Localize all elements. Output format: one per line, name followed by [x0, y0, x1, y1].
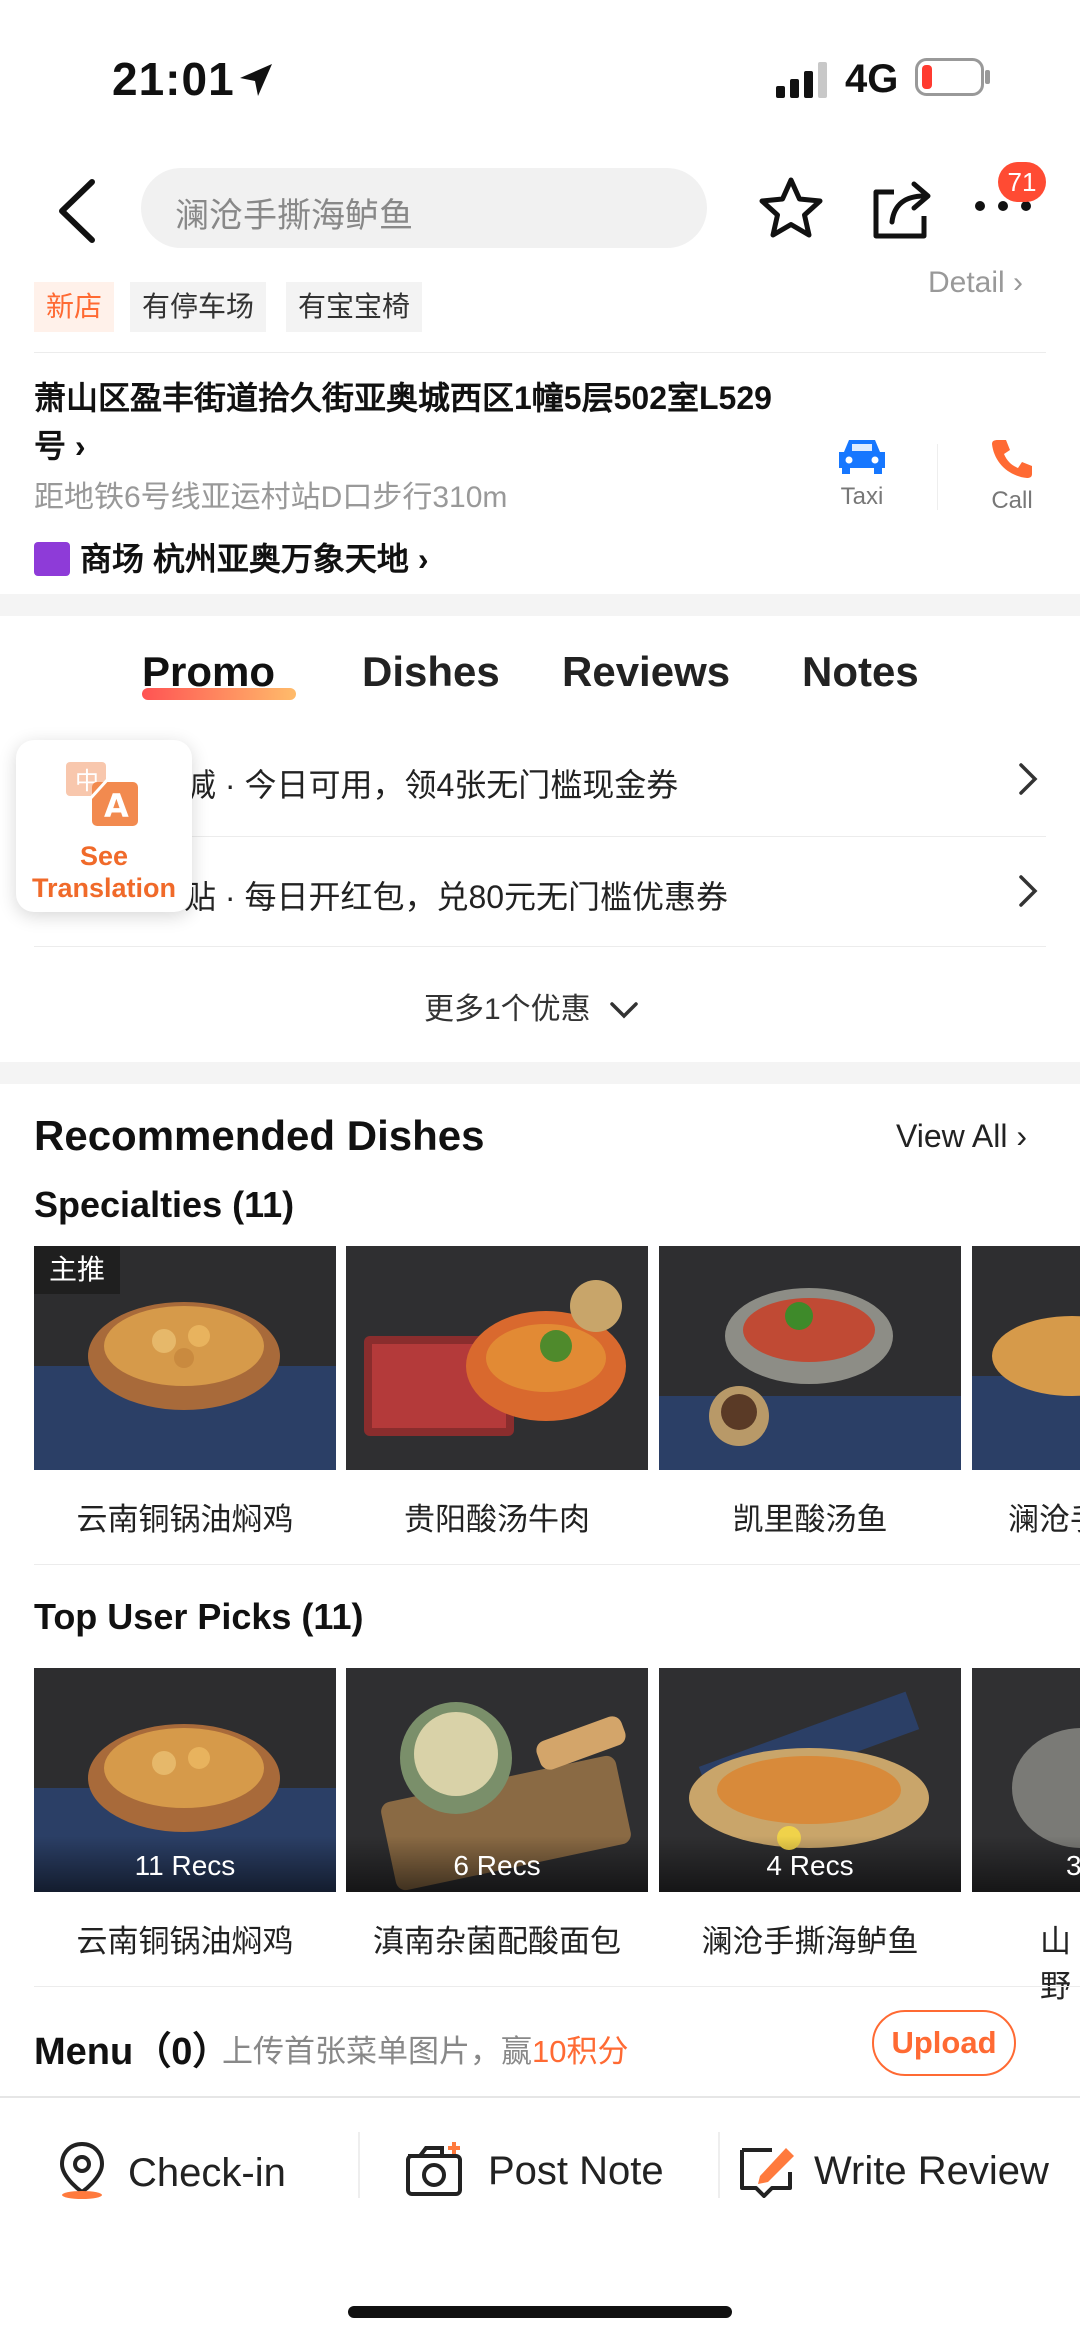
upload-button[interactable]: Upload — [872, 2010, 1016, 2076]
back-chevron-icon[interactable] — [52, 176, 100, 246]
dish-name: 贵阳酸汤牛肉 — [404, 1502, 590, 1537]
taxi-icon — [839, 440, 885, 474]
status-time: 21:01 — [112, 53, 235, 105]
favorite-star-icon[interactable] — [758, 176, 824, 242]
bottom-separator — [358, 2132, 360, 2198]
section-separator — [0, 594, 1080, 616]
tag-baby-chair: 有宝宝椅 — [286, 282, 423, 332]
action-separator — [937, 444, 938, 510]
chevron-down-icon — [610, 1002, 638, 1019]
taxi-label: Taxi — [840, 483, 884, 510]
location-arrow-icon — [240, 64, 272, 96]
notification-badge: 71 — [998, 162, 1046, 202]
search-input[interactable]: 澜沧手撕海鲈鱼 — [141, 168, 707, 248]
see-translation-button[interactable]: 中 A See Translation — [16, 740, 192, 912]
menu-upload-hint: 上传首张菜单图片，赢10积分 — [222, 2034, 629, 2069]
address-line[interactable]: 萧山区盈丰街道拾久街亚奥城西区1幢5层502室L529号 › — [34, 374, 774, 470]
dish-name: 滇南杂菌配酸面包 — [373, 1924, 621, 1959]
recs-count: 11 Recs — [134, 1850, 236, 1881]
tab-dishes[interactable]: Dishes — [362, 648, 500, 696]
phone-icon — [992, 440, 1032, 478]
chevron-right-icon — [1019, 763, 1038, 795]
dish-name: 山野 — [1040, 1924, 1071, 2004]
more-promos-toggle[interactable]: 更多1个优惠 — [424, 984, 639, 1028]
camera-plus-icon — [406, 2142, 462, 2196]
promo-text: 减 · 今日可用，领4张无门槛现金券 — [184, 767, 679, 803]
mall-icon — [34, 542, 70, 576]
dish-name: 凯里酸汤鱼 — [732, 1502, 888, 1537]
dish-name: 云南铜锅油焖鸡 — [76, 1924, 294, 1959]
chevron-right-icon — [1019, 875, 1038, 907]
section-separator — [0, 1062, 1080, 1084]
top-picks-title: Top User Picks (11) — [34, 1596, 364, 1637]
dish-name: 云南铜锅油焖鸡 — [76, 1502, 294, 1537]
divider — [34, 1564, 1080, 1565]
location-pin-icon — [59, 2141, 105, 2199]
edit-review-icon — [740, 2148, 794, 2198]
divider — [34, 1986, 1080, 1987]
recs-count: 3 — [1066, 1850, 1080, 1881]
translate-label: See Translation — [31, 841, 177, 903]
write-review-button[interactable]: Write Review — [738, 2140, 1049, 2198]
taxi-button[interactable]: Taxi — [830, 436, 894, 511]
recs-count: 4 Recs — [766, 1850, 854, 1881]
tag-parking: 有停车场 — [130, 282, 267, 332]
share-icon[interactable] — [870, 176, 934, 242]
featured-badge: 主推 — [34, 1246, 120, 1294]
call-button[interactable]: Call — [980, 436, 1044, 515]
divider — [34, 352, 1046, 353]
menu-title: Menu（0） — [34, 2031, 231, 2073]
recommended-title: Recommended Dishes — [34, 1112, 485, 1159]
dish-card-image[interactable] — [972, 1246, 1080, 1470]
tab-reviews[interactable]: Reviews — [562, 648, 730, 696]
cellular-signal-icon — [776, 62, 827, 98]
mall-link[interactable]: 商场 杭州亚奥万象天地 › — [34, 534, 428, 580]
dish-card-image[interactable] — [346, 1246, 648, 1470]
dish-name: 澜沧手 — [1008, 1502, 1080, 1537]
bottom-separator — [718, 2132, 720, 2198]
view-all-link[interactable]: View All › — [896, 1118, 1027, 1155]
home-indicator — [348, 2306, 732, 2318]
recs-count: 6 Recs — [453, 1850, 541, 1881]
call-label: Call — [991, 487, 1033, 514]
subway-distance: 距地铁6号线亚运村站D口步行310m — [34, 481, 508, 514]
dish-name: 澜沧手撕海鲈鱼 — [701, 1924, 919, 1959]
promo-text: 贴 · 每日开红包，兑80元无门槛优惠券 — [184, 879, 729, 915]
checkin-button[interactable]: Check-in — [56, 2140, 286, 2200]
dish-card-image[interactable] — [659, 1246, 961, 1470]
network-type: 4G — [845, 57, 899, 101]
battery-icon — [915, 58, 990, 96]
recs-overlay — [972, 1836, 1080, 1892]
tab-notes[interactable]: Notes — [802, 648, 919, 696]
specialties-title: Specialties (11) — [34, 1184, 295, 1225]
translate-icon: 中 A — [66, 762, 138, 826]
search-text: 澜沧手撕海鲈鱼 — [175, 197, 413, 235]
detail-link[interactable]: Detail › — [928, 266, 1023, 300]
tag-new-store: 新店 — [34, 282, 115, 332]
divider — [34, 946, 1046, 947]
tab-promo[interactable]: Promo — [142, 648, 275, 696]
post-note-button[interactable]: Post Note — [404, 2140, 664, 2198]
svg-text:A: A — [104, 787, 129, 825]
